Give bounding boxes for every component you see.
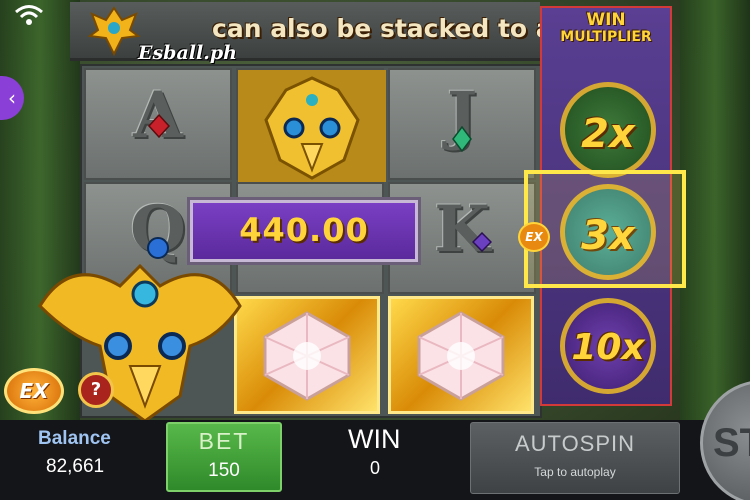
bet-button[interactable]: BET 150 [166,422,282,492]
golden-eagle-icon [38,263,242,423]
bet-label: BET [198,428,250,454]
game-stage: can also be stacked to a fi Esball.ph ‹ … [0,0,750,500]
symbol-golden-eagle [236,68,386,182]
win-amount: 440.00 [239,211,369,249]
multiplier-2x: 2x [560,82,656,178]
brand-logo: Esball.ph [86,6,237,64]
autospin-label: AUTOSPIN [514,431,636,456]
spin-label: ST [713,421,750,465]
multiplier-10x: 10x [560,298,656,394]
win-value: 0 [370,458,381,478]
active-multiplier-highlight [524,170,686,288]
jungle-right-decoration [680,0,750,430]
logo-text: Esball.ph [138,42,237,64]
multiplier-title: WIN MULTIPLIER [542,12,670,46]
multiplier-value: 2x [581,111,635,157]
symbol-a: A [84,68,232,180]
multiplier-value: 10x [571,327,645,368]
autospin-button[interactable]: AUTOSPIN Tap to autoplay [470,422,680,494]
wifi-icon [15,5,43,25]
multiplier-title-line2: MULTIPLIER [560,29,652,45]
control-bar: Balance 82,661 BET 150 WIN 0 AUTOSPIN Ta… [0,420,750,500]
banner-text: can also be stacked to a fi [212,14,580,43]
help-button[interactable]: ? [78,372,114,408]
symbol-gold-diamond [388,296,534,414]
eagle-crest-icon [87,6,141,57]
green-gem-icon [452,126,472,152]
multiplier-title-line1: WIN [586,10,626,30]
balance-value: 82,661 [46,456,105,477]
bet-value: 150 [208,460,240,481]
autospin-hint: Tap to autoplay [534,465,616,479]
ex-feature-button[interactable]: EX [4,368,64,414]
win-amount-plate: 440.00 [190,200,418,262]
ex-marker: EX [518,222,550,252]
eagle-head-icon [238,70,386,182]
diamond-icon [417,311,505,401]
red-gem-icon [148,114,170,138]
balance-label: Balance [38,428,111,449]
purple-gem-icon [472,232,492,252]
symbol-j: J [388,68,536,180]
win-label: WIN [348,424,401,454]
